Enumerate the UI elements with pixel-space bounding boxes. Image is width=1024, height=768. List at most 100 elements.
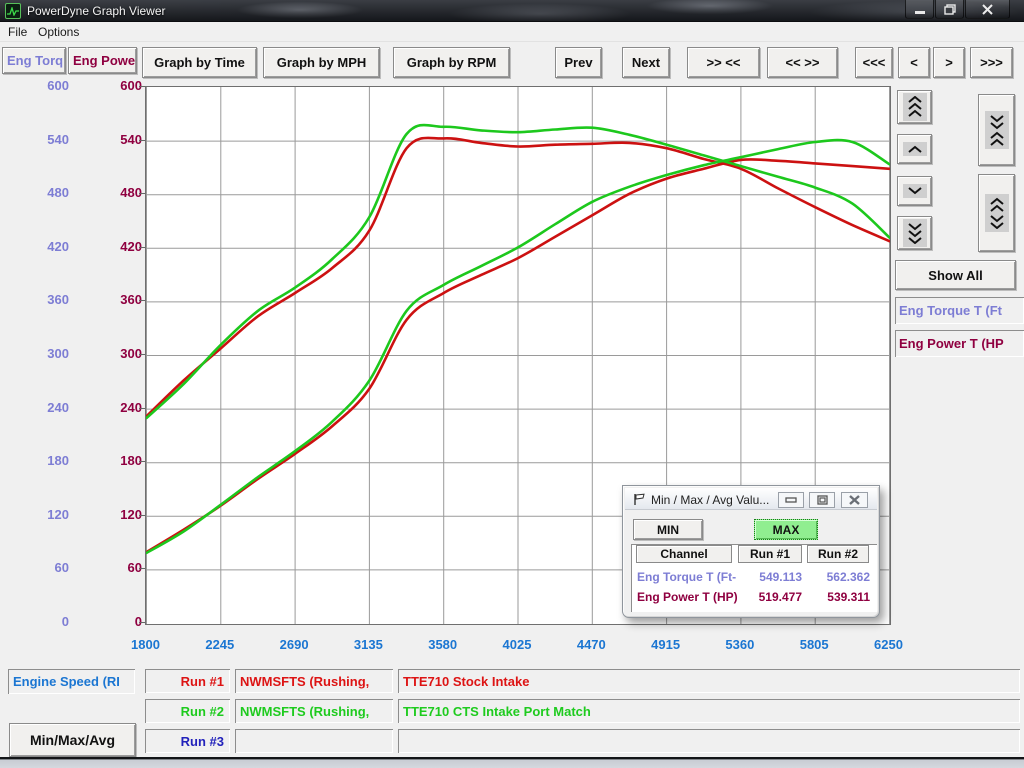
minmax-window: Min / Max / Avg Valu... MIN MAX Channel … [622,485,880,618]
channel-tab-torque[interactable]: Eng Torq [2,47,66,74]
up-chevron-icon [903,142,927,156]
scroll-left-button[interactable]: < [898,47,930,78]
x-channel-label[interactable]: Engine Speed (RI [8,669,135,694]
scale-down-fast-button[interactable] [897,216,932,250]
scroll-right-button[interactable]: > [933,47,965,78]
compress-x-button[interactable]: >> << [687,47,760,78]
y-axis-label-power: 360 [102,292,142,307]
y-axis-label-torque: 600 [29,78,69,93]
maximize-icon[interactable] [935,0,964,19]
y-axis-label-torque: 300 [29,346,69,361]
close-icon[interactable] [965,0,1010,19]
y-axis-label-torque: 120 [29,507,69,522]
expand-y-button[interactable] [978,174,1015,252]
column-header-channel[interactable]: Channel [636,545,732,563]
run2-label: Run #2 [145,699,230,723]
menu-item-file[interactable]: File [8,25,27,39]
minmax-row-power-channel: Eng Power T (HP) [637,590,738,604]
x-axis-label: 1800 [131,637,160,652]
max-button[interactable]: MAX [754,519,818,540]
x-axis-label: 2690 [280,637,309,652]
x-axis-label: 4915 [651,637,680,652]
y-axis-label-power: 180 [102,453,142,468]
run2-desc-field: TTE710 CTS Intake Port Match [398,699,1020,723]
run1-label: Run #1 [145,669,230,693]
x-axis-label: 4470 [577,637,606,652]
minmax-row-torque-channel: Eng Torque T (Ft- [637,570,736,584]
minmax-row-power-run1: 519.477 [738,590,802,604]
flag-icon [633,493,646,506]
run3-desc-field [398,729,1020,753]
next-button[interactable]: Next [622,47,670,78]
y-axis-tick [139,354,145,355]
minimize-icon[interactable] [905,0,934,19]
triple-up-chevron-icon [903,93,927,121]
y-axis-label-power: 120 [102,507,142,522]
x-axis-label: 2245 [205,637,234,652]
y-axis-label-power: 240 [102,400,142,415]
torque-channel-label[interactable]: Eng Torque T (Ft [895,297,1024,324]
y-axis-label-torque: 420 [29,239,69,254]
run1-desc-field: TTE710 Stock Intake [398,669,1020,693]
minmax-avg-button[interactable]: Min/Max/Avg [9,723,136,757]
y-axis-tick [139,193,145,194]
titlebar[interactable]: PowerDyne Graph Viewer [0,0,1024,22]
compress-y-button[interactable] [978,94,1015,166]
x-axis-label: 3580 [428,637,457,652]
y-axis-label-torque: 360 [29,292,69,307]
scale-down-button[interactable] [897,176,932,206]
y-axis-label-torque: 240 [29,400,69,415]
y-axis-label-torque: 0 [29,614,69,629]
show-all-button[interactable]: Show All [895,260,1016,290]
graph-by-mph-button[interactable]: Graph by MPH [263,47,380,78]
minmax-close-icon[interactable] [841,492,868,508]
x-axis-label: 4025 [503,637,532,652]
down-chevron-icon [903,184,927,198]
y-axis-label-power: 60 [102,560,142,575]
run1-file-field: NWMSFTS (Rushing, [235,669,393,693]
run3-file-field [235,729,393,753]
triple-down-chevron-icon [903,219,927,247]
scroll-right-fast-button[interactable]: >>> [970,47,1013,78]
y-axis-label-torque: 180 [29,453,69,468]
menu-item-options[interactable]: Options [38,25,79,39]
graph-by-time-button[interactable]: Graph by Time [142,47,257,78]
y-axis-tick [139,568,145,569]
y-axis-label-torque: 540 [29,132,69,147]
minmax-window-title: Min / Max / Avg Valu... [651,493,769,507]
minmax-titlebar[interactable]: Min / Max / Avg Valu... [625,488,877,510]
menubar: File Options [0,22,1024,42]
prev-button[interactable]: Prev [555,47,602,78]
y-axis-label-torque: 480 [29,185,69,200]
y-axis-tick [139,461,145,462]
run2-file-field: NWMSFTS (Rushing, [235,699,393,723]
minmax-restore-icon[interactable] [809,492,835,508]
column-header-run1[interactable]: Run #1 [738,545,802,563]
minmax-row-torque-run1: 549.113 [738,570,802,584]
y-axis-tick [139,300,145,301]
min-button[interactable]: MIN [633,519,703,540]
column-header-run2[interactable]: Run #2 [807,545,869,563]
window-title: PowerDyne Graph Viewer [27,4,166,18]
powerdyne-window: PowerDyne Graph Viewer File Options Eng … [0,0,1024,768]
channel-tab-power[interactable]: Eng Powe [68,47,137,74]
minmax-row-power-run2: 539.311 [807,590,870,604]
y-axis-label-power: 540 [102,132,142,147]
x-axis-label: 6250 [874,637,903,652]
expand-x-button[interactable]: << >> [767,47,838,78]
minmax-minimize-icon[interactable] [778,492,804,508]
y-axis-tick [139,247,145,248]
power-channel-label[interactable]: Eng Power T (HP [895,330,1024,357]
y-axis-tick [139,622,145,623]
graph-by-rpm-button[interactable]: Graph by RPM [393,47,510,78]
y-axis-label-power: 0 [102,614,142,629]
y-axis-label-power: 480 [102,185,142,200]
y-axis-label-torque: 60 [29,560,69,575]
y-axis-tick [139,140,145,141]
y-axis-label-power: 300 [102,346,142,361]
expand-chevrons-icon [985,194,1009,232]
scale-up-fast-button[interactable] [897,90,932,124]
minmax-row-torque-run2: 562.362 [807,570,870,584]
scroll-left-fast-button[interactable]: <<< [855,47,893,78]
scale-up-button[interactable] [897,134,932,164]
